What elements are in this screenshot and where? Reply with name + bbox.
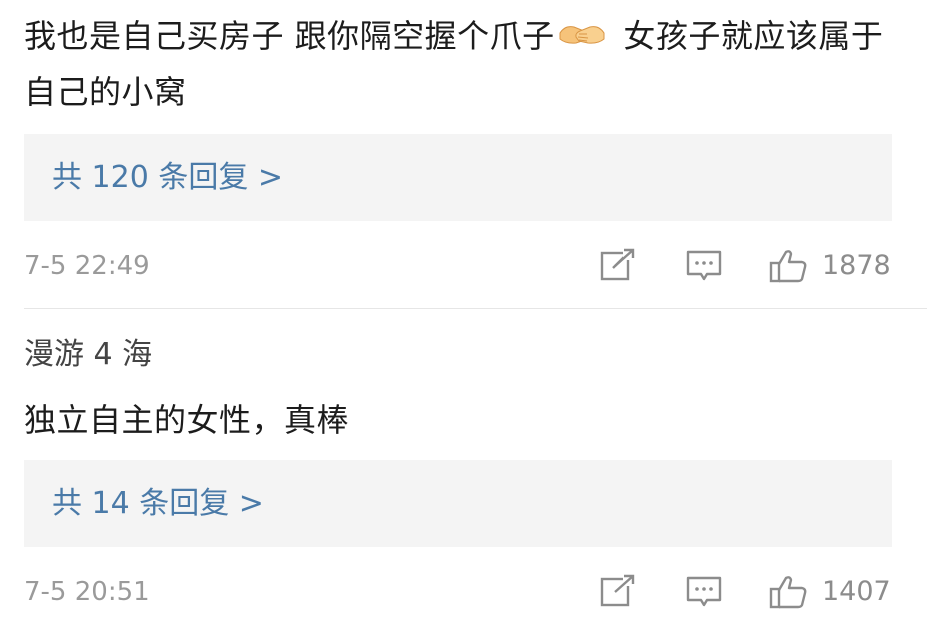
like-count: 1878 — [822, 250, 891, 281]
share-icon[interactable] — [598, 248, 638, 284]
thumbs-up-icon[interactable] — [768, 574, 808, 610]
replies-box[interactable]: 共 120 条回复 > — [24, 134, 892, 221]
like-count: 1407 — [822, 576, 891, 607]
comment-text: 我也是自己买房子 跟你隔空握个爪子 女孩子就应该属于自己的小窝 — [24, 8, 904, 120]
share-icon[interactable] — [598, 574, 638, 610]
comment-text: 独立自主的女性，真棒 — [24, 401, 350, 439]
replies-box[interactable]: 共 14 条回复 > — [24, 460, 892, 547]
comment-time: 7-5 22:49 — [24, 251, 150, 281]
comment-username[interactable]: 漫游 4 海 — [24, 335, 152, 375]
comment-meta: 7-5 22:49 1878 — [0, 242, 927, 290]
comment-text-part: 我也是自己买房子 跟你隔空握个爪子 — [24, 17, 555, 55]
comment-item: 我也是自己买房子 跟你隔空握个爪子 女孩子就应该属于自己的小窝 共 120 条回… — [0, 0, 927, 308]
comment-item: 漫游 4 海 独立自主的女性，真棒 共 14 条回复 > 7-5 20:51 1… — [0, 309, 927, 643]
comment-time: 7-5 20:51 — [24, 577, 150, 607]
handshake-emoji-icon — [557, 12, 607, 44]
view-replies-link[interactable]: 共 14 条回复 > — [52, 460, 264, 547]
comment-meta: 7-5 20:51 1407 — [0, 568, 927, 616]
view-replies-link[interactable]: 共 120 条回复 > — [52, 134, 283, 221]
comment-icon[interactable] — [684, 248, 724, 284]
comment-icon[interactable] — [684, 574, 724, 610]
thumbs-up-icon[interactable] — [768, 248, 808, 284]
